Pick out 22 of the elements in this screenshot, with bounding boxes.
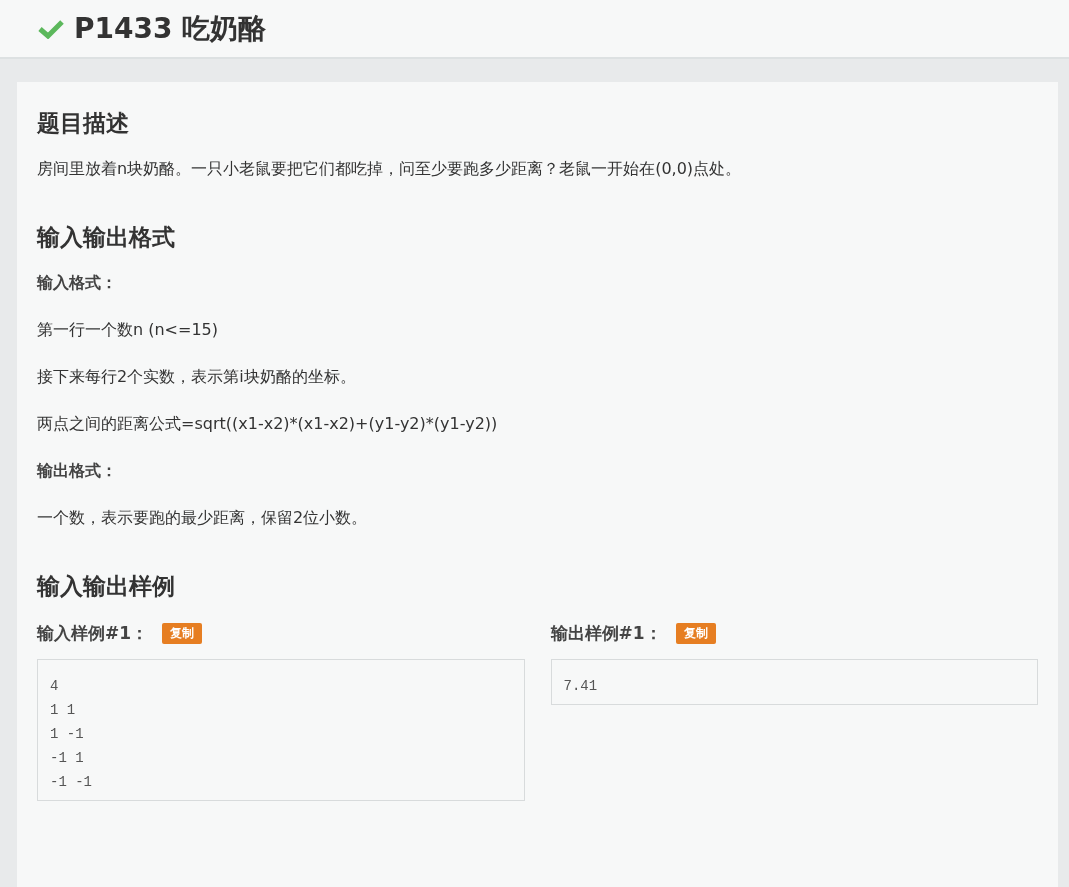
problem-id: P1433: [74, 11, 173, 45]
sample-label: 输入样例#1：: [37, 622, 149, 645]
paragraph: 一个数，表示要跑的最少距离，保留2位小数。: [37, 508, 369, 529]
paragraph: 两点之间的距离公式=sqrt((x1-x2)*(x1-x2)+(y1-y2)*(y1-y2)): [37, 414, 499, 435]
code-line: -1 1: [50, 749, 85, 768]
paragraph: 房间里放着n块奶酪。一只小老鼠要把它们都吃掉，问至少要跑多少距离？老鼠一开始在(0,0)点处。: [37, 159, 743, 180]
copy-button[interactable]: 复制: [675, 623, 716, 644]
subheading: 输出格式：: [37, 461, 118, 482]
code-line: -1 -1: [50, 773, 93, 792]
code-line: 4: [50, 677, 60, 696]
problem-title: 吃奶酪: [182, 11, 267, 45]
subheading: 输入格式：: [37, 273, 118, 294]
copy-button[interactable]: 复制: [162, 623, 203, 644]
code-line: 1 -1: [50, 725, 85, 744]
code-line: 1 1: [50, 701, 77, 720]
sample-label: 输出样例#1：: [550, 622, 662, 645]
section-heading: 题目描述: [37, 109, 130, 138]
paragraph: 第一行一个数n (n<=15): [37, 320, 220, 341]
paragraph: 接下来每行2个实数，表示第i块奶酪的坐标。: [37, 367, 357, 388]
section-heading: 输入输出样例: [37, 572, 176, 601]
section-heading: 输入输出格式: [37, 223, 176, 252]
code-line: 7.41: [563, 677, 599, 696]
